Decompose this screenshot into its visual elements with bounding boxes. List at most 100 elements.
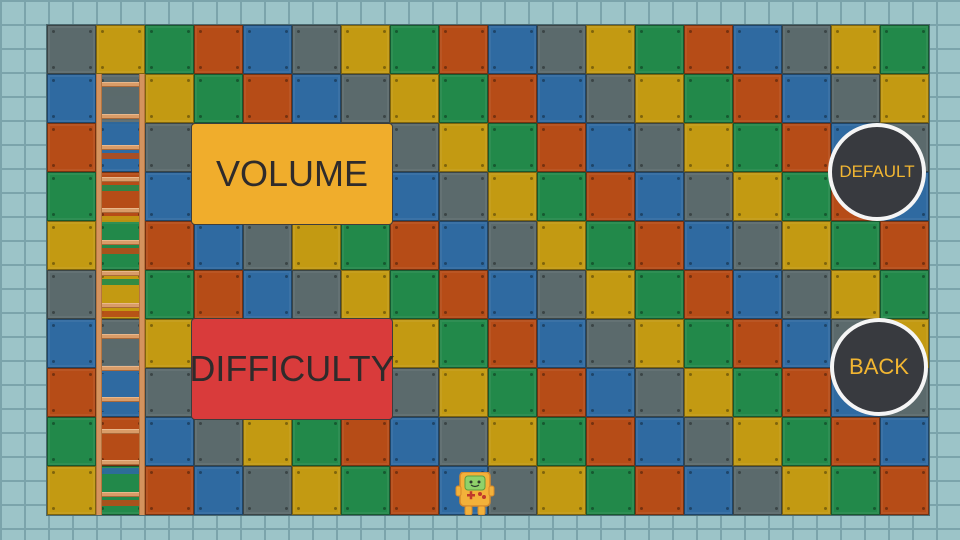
floor-tile xyxy=(733,270,782,319)
ladder-gap xyxy=(102,121,139,128)
floor-tile xyxy=(47,270,96,319)
floor-tile xyxy=(635,319,684,368)
volume-button-label: VOLUME xyxy=(215,153,369,194)
floor-tile xyxy=(831,74,880,123)
default-button[interactable]: DEFAULT xyxy=(828,123,926,221)
difficulty-button[interactable]: DIFFICULTY xyxy=(189,318,395,420)
floor-tile xyxy=(439,270,488,319)
floor-tile xyxy=(145,221,194,270)
floor-tile xyxy=(390,417,439,466)
floor-tile xyxy=(390,319,439,368)
floor-tile xyxy=(390,221,439,270)
floor-tile xyxy=(243,466,292,515)
floor-tile xyxy=(782,319,831,368)
floor-tile xyxy=(537,368,586,417)
floor-tile xyxy=(831,25,880,74)
floor-tile xyxy=(488,319,537,368)
floor-tile xyxy=(47,417,96,466)
floor-tile xyxy=(194,417,243,466)
floor-tile xyxy=(488,123,537,172)
floor-tile xyxy=(586,123,635,172)
floor-tile xyxy=(880,74,929,123)
floor-tile xyxy=(635,221,684,270)
floor-tile xyxy=(880,270,929,319)
floor-tile xyxy=(537,270,586,319)
floor-tile xyxy=(733,25,782,74)
back-button[interactable]: BACK xyxy=(830,318,928,416)
floor-tile xyxy=(831,417,880,466)
floor-tile xyxy=(537,25,586,74)
floor-tile xyxy=(586,368,635,417)
floor-tile xyxy=(488,25,537,74)
floor-tile xyxy=(194,221,243,270)
floor-tile xyxy=(733,319,782,368)
floor-tile xyxy=(47,319,96,368)
floor-tile xyxy=(292,417,341,466)
floor-tile xyxy=(684,123,733,172)
floor-tile xyxy=(635,25,684,74)
floor-tile xyxy=(782,123,831,172)
floor-tile xyxy=(390,466,439,515)
floor-tile xyxy=(439,123,488,172)
ladder-gap xyxy=(102,342,139,348)
floor-tile xyxy=(439,221,488,270)
ladder-gap xyxy=(102,405,139,411)
floor-tile xyxy=(341,221,390,270)
tile-board xyxy=(47,25,929,515)
floor-tile xyxy=(243,25,292,74)
floor-tile xyxy=(47,25,96,74)
floor-tile xyxy=(733,74,782,123)
ladder-rung xyxy=(102,176,139,182)
floor-tile xyxy=(439,172,488,221)
floor-tile xyxy=(439,319,488,368)
floor-tile xyxy=(439,25,488,74)
volume-button[interactable]: VOLUME xyxy=(191,123,393,225)
ladder-gap xyxy=(102,468,139,474)
floor-tile xyxy=(684,172,733,221)
floor-tile xyxy=(488,172,537,221)
floor-tile xyxy=(586,74,635,123)
floor-tile xyxy=(145,466,194,515)
ladder xyxy=(96,74,145,515)
floor-tile xyxy=(145,74,194,123)
ladder-gap xyxy=(102,184,139,191)
ladder-gap xyxy=(102,279,139,285)
settings-screen: VOLUME DIFFICULTY DEFAULT BACK xyxy=(0,0,960,540)
floor-tile xyxy=(635,123,684,172)
floor-tile xyxy=(243,417,292,466)
floor-tile xyxy=(733,172,782,221)
floor-tile xyxy=(831,221,880,270)
floor-tile xyxy=(782,25,831,74)
floor-tile xyxy=(684,25,733,74)
floor-tile xyxy=(635,270,684,319)
default-button-label: DEFAULT xyxy=(839,162,915,181)
ladder-gap xyxy=(102,373,139,380)
ladder-gap xyxy=(102,216,139,222)
floor-tile xyxy=(145,172,194,221)
floor-tile xyxy=(684,221,733,270)
floor-tile xyxy=(439,417,488,466)
ladder-gap xyxy=(102,153,139,159)
floor-tile xyxy=(488,74,537,123)
floor-tile xyxy=(488,270,537,319)
floor-tile xyxy=(684,466,733,515)
floor-tile xyxy=(586,466,635,515)
floor-tile xyxy=(635,417,684,466)
back-button-label: BACK xyxy=(849,354,909,379)
ladder-gap xyxy=(102,90,139,96)
floor-tile xyxy=(831,466,880,515)
floor-tile xyxy=(47,123,96,172)
floor-tile xyxy=(880,25,929,74)
floor-tile xyxy=(145,270,194,319)
floor-tile xyxy=(145,417,194,466)
ladder-rung xyxy=(102,460,139,465)
floor-tile xyxy=(684,270,733,319)
floor-tile xyxy=(194,74,243,123)
floor-tile xyxy=(194,270,243,319)
floor-tile xyxy=(586,417,635,466)
floor-tile xyxy=(733,368,782,417)
floor-tile xyxy=(782,270,831,319)
floor-tile xyxy=(488,368,537,417)
floor-tile xyxy=(292,221,341,270)
ladder-rung xyxy=(102,428,139,434)
